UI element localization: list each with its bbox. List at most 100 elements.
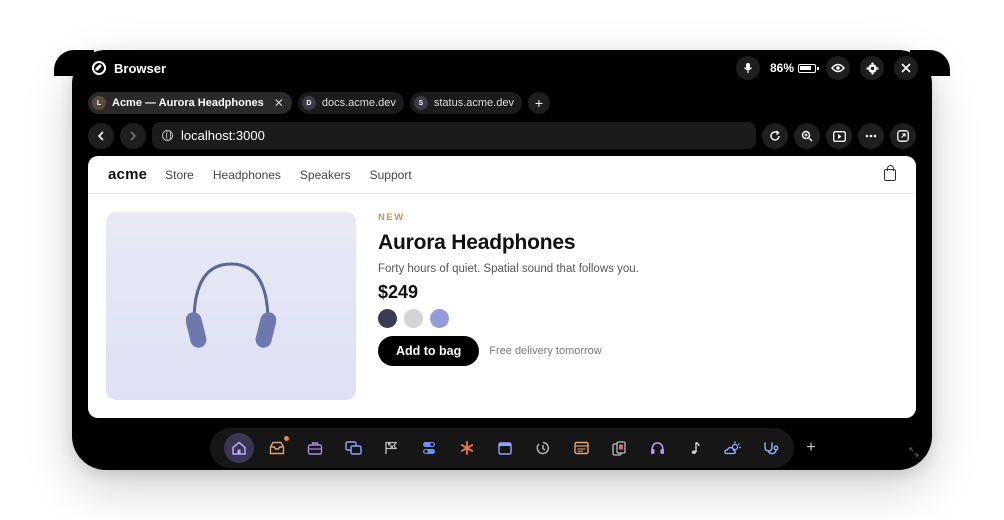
dock-asterisk[interactable] (448, 429, 486, 467)
tab-strip: L Acme — Aurora Headphones ✕ D docs.acme… (88, 92, 550, 114)
more-icon (865, 134, 877, 138)
stethoscope-icon (763, 442, 778, 455)
tab-favicon: S (413, 96, 428, 110)
battery-percent: 86% (769, 61, 794, 75)
nav-link-support[interactable]: Support (370, 168, 412, 182)
notification-dot (284, 436, 289, 441)
product-title: Aurora Headphones (378, 231, 576, 254)
product-tagline: Forty hours of quiet. Spatial sound that… (378, 263, 639, 275)
settings-button[interactable] (860, 56, 884, 80)
external-link-icon (897, 130, 909, 142)
dock-cards[interactable] (600, 429, 638, 467)
play-screen-icon (832, 130, 846, 142)
notes-icon (573, 441, 589, 455)
window-titlebar: Browser 86% (92, 56, 918, 80)
address-bar[interactable]: localhost:3000 (152, 122, 756, 149)
compass-icon (92, 61, 106, 75)
tab-status[interactable]: S status.acme.dev (409, 92, 522, 114)
swatch-silver[interactable] (404, 309, 423, 328)
resize-handle[interactable] (908, 446, 920, 458)
web-page: acme Store Headphones Speakers Support N… (88, 156, 916, 418)
home-icon (232, 441, 246, 455)
add-to-bag-button[interactable]: Add to bag (378, 336, 480, 366)
microphone-icon (743, 63, 752, 73)
dock-add-button[interactable]: + (800, 437, 822, 459)
forward-button[interactable] (120, 123, 146, 149)
windows-icon (344, 441, 362, 455)
close-tab-icon[interactable]: ✕ (274, 96, 284, 110)
music-icon (691, 441, 700, 454)
swatch-lavender[interactable] (430, 309, 449, 328)
dock-home[interactable] (220, 429, 258, 467)
dock-inbox[interactable] (258, 429, 296, 467)
dock-windows[interactable] (334, 429, 372, 467)
battery-indicator: 86% (769, 61, 819, 75)
gear-icon (866, 62, 878, 74)
delivery-note: Free delivery tomorrow (489, 345, 602, 357)
eye-button[interactable] (826, 56, 850, 80)
product-image (106, 212, 356, 400)
close-button[interactable] (894, 56, 918, 80)
color-swatches (378, 309, 639, 328)
shopping-bag-icon[interactable] (884, 164, 896, 181)
dock-calendar[interactable] (486, 429, 524, 467)
plus-icon: + (534, 95, 544, 111)
url-text: localhost:3000 (181, 128, 265, 143)
resize-icon (909, 447, 919, 457)
nav-link-speakers[interactable]: Speakers (300, 168, 351, 182)
product-price: $249 (378, 282, 419, 302)
dock-health[interactable] (752, 429, 790, 467)
eye-icon (831, 63, 845, 73)
inbox-icon (269, 441, 285, 455)
headphones-icon (650, 442, 664, 454)
swatch-midnight[interactable] (378, 309, 397, 328)
site-logo[interactable]: acme (108, 166, 147, 183)
tab-label: status.acme.dev (433, 97, 514, 109)
dock-weather[interactable] (714, 429, 752, 467)
new-tab-button[interactable]: + (527, 92, 550, 114)
globe-icon (162, 130, 173, 141)
media-button[interactable] (826, 123, 852, 149)
chevron-right-icon (130, 131, 137, 141)
chevron-left-icon (97, 131, 104, 141)
weather-icon (724, 441, 741, 455)
tab-docs[interactable]: D docs.acme.dev (297, 92, 404, 114)
dock-flag[interactable] (372, 429, 410, 467)
battery-icon (798, 63, 819, 73)
open-external-button[interactable] (890, 123, 916, 149)
dock-music[interactable] (676, 429, 714, 467)
dock-headphones[interactable] (638, 429, 676, 467)
tab-acme[interactable]: L Acme — Aurora Headphones ✕ (88, 92, 292, 114)
cards-icon (612, 440, 626, 456)
more-button[interactable] (858, 123, 884, 149)
briefcase-icon (307, 442, 323, 455)
tab-label: docs.acme.dev (321, 97, 396, 109)
nav-link-store[interactable]: Store (165, 168, 194, 182)
dock-timer[interactable] (524, 429, 562, 467)
dock-briefcase[interactable] (296, 429, 334, 467)
product-info: NEW Aurora Headphones Forty hours of qui… (378, 212, 639, 366)
tab-favicon: L (92, 96, 106, 110)
zoom-button[interactable] (794, 123, 820, 149)
calendar-icon (498, 442, 512, 455)
dock-toggles[interactable] (410, 429, 448, 467)
dock-notes[interactable] (562, 429, 600, 467)
site-navigation: acme Store Headphones Speakers Support (88, 156, 916, 194)
tab-favicon: D (301, 96, 316, 110)
zoom-icon (801, 130, 813, 142)
dock (210, 428, 794, 468)
new-badge: NEW (378, 212, 405, 223)
back-button[interactable] (88, 123, 114, 149)
browser-window: Browser 86% L Acme — Aurora Headphones ✕… (72, 50, 932, 470)
close-icon (901, 63, 911, 73)
reload-icon (770, 130, 780, 141)
tab-label: Acme — Aurora Headphones (112, 97, 264, 109)
microphone-button[interactable] (735, 56, 760, 80)
headphones-illustration (186, 262, 276, 348)
timer-icon (536, 441, 549, 455)
nav-link-headphones[interactable]: Headphones (213, 168, 281, 182)
reload-button[interactable] (762, 123, 788, 149)
app-title: Browser (114, 60, 167, 76)
toggles-icon (423, 442, 435, 454)
plus-icon: + (806, 439, 816, 456)
